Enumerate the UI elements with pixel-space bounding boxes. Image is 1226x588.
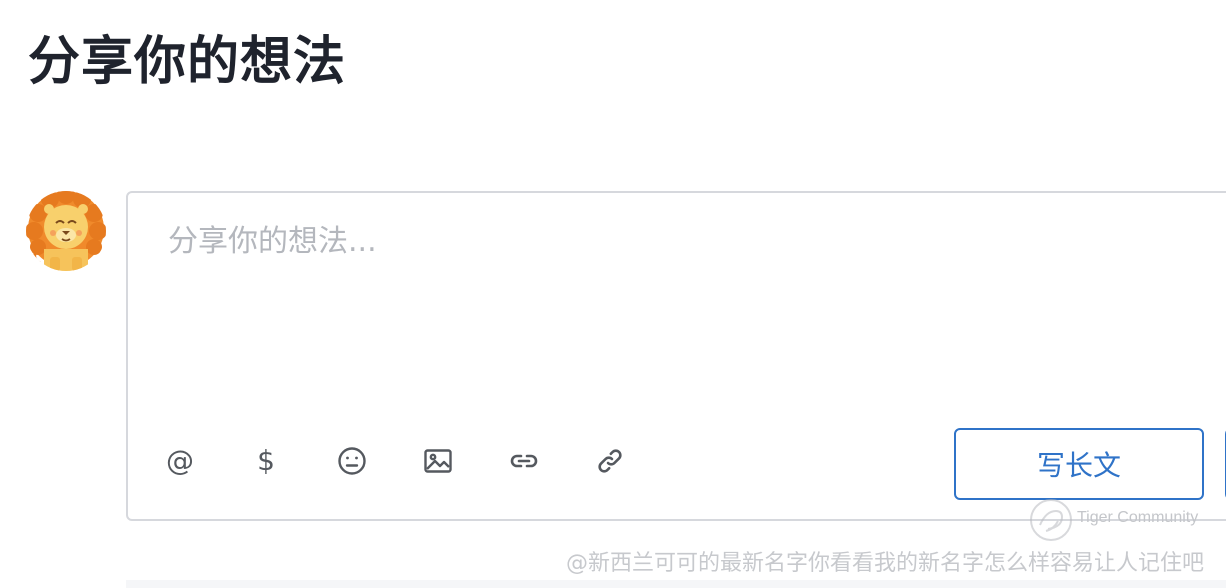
- link-icon: [510, 454, 538, 468]
- mention-button[interactable]: @: [158, 441, 202, 481]
- insert-link-button[interactable]: [502, 441, 546, 481]
- page-title: 分享你的想法: [28, 32, 347, 92]
- post-composer-page: 分享你的想法 分享你的想法... @ $ 写长文 Tiger Community…: [0, 0, 1226, 588]
- emoji-button[interactable]: [330, 441, 374, 481]
- chain-link-icon: [598, 449, 622, 473]
- write-long-post-button[interactable]: 写长文: [954, 428, 1204, 500]
- image-upload-button[interactable]: [416, 441, 460, 481]
- post-composer-box: @ $: [126, 191, 1226, 521]
- avatar[interactable]: [26, 191, 106, 271]
- attach-link-button[interactable]: [588, 441, 632, 481]
- dollar-icon: $: [257, 444, 275, 477]
- composer-toolbar: @ $: [158, 441, 674, 481]
- lion-avatar-icon: [26, 191, 106, 271]
- stock-tag-button[interactable]: $: [244, 441, 288, 481]
- emoji-icon: [338, 447, 366, 475]
- image-icon: [424, 449, 452, 473]
- post-content-input[interactable]: [168, 219, 928, 263]
- watermark-author: @新西兰可可的最新名字你看看我的新名字怎么样容易让人记住吧: [566, 551, 1205, 576]
- at-icon: @: [166, 444, 194, 477]
- tiger-logo-icon: [1030, 499, 1072, 541]
- divider: [126, 580, 1226, 588]
- watermark-brand: Tiger Community: [1077, 509, 1199, 526]
